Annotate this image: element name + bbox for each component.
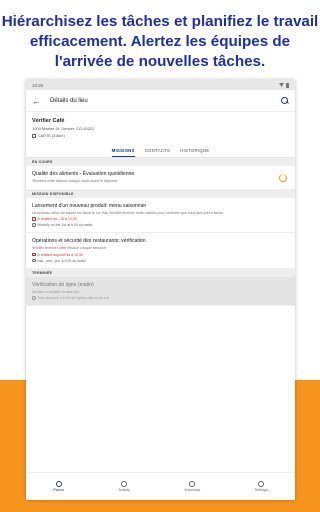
mission-repeat: Monthly on the 1st at 9:00 du matin [32, 223, 289, 227]
clock-icon [121, 480, 128, 487]
calendar-icon [32, 217, 36, 221]
promo-headline: Hiérarchisez les tâches et planifiez le … [1, 13, 319, 70]
mission-repeat: Tous les jours à 9:00 de l'après-midi ou… [32, 296, 289, 300]
nav-settings[interactable]: Settings [254, 480, 268, 493]
search-icon[interactable] [281, 96, 289, 105]
mission-title: Qualité des aliments - Évaluation quotid… [32, 171, 135, 177]
mission-repeat-text: mar., mer., jeu. à 9:00 du matin [37, 258, 86, 263]
place-header: Vérifier Café 1000 Market St, Denver, CO… [26, 112, 295, 142]
section-in-progress: EN COURS [26, 158, 295, 166]
mission-item[interactable]: Qualité des aliments - Évaluation quotid… [26, 166, 295, 190]
tablet-screen: 10:20 ← Détails du lieu Vérifier Café 10… [26, 80, 295, 500]
mission-due-date: À réaliser aujourd'hui à 10:30 [32, 253, 289, 257]
tab-bar: MISSIONS CONTACTS HISTORIQUE [26, 146, 295, 158]
mission-date-text: À réaliser au : 28 à 10:30 [37, 217, 77, 221]
nav-label: Annonces [184, 488, 201, 493]
mission-due-date: À réaliser au : 28 à 10:30 [32, 217, 289, 221]
location-pin-icon [55, 480, 62, 487]
mission-repeat-text: Tous les jours à 9:00 de l'après-midi ou… [37, 296, 110, 300]
repeat-icon [32, 296, 36, 300]
mission-title: Lancement d'un nouveau produit: menu sai… [32, 202, 147, 209]
nav-label: Activity [118, 488, 130, 493]
map-icon [32, 134, 36, 138]
place-name: Vérifier Café [32, 118, 65, 124]
repeat-icon [32, 258, 36, 263]
mission-title: Opérations et sécurité des restaurants: … [32, 238, 146, 244]
status-bar: 10:20 [26, 80, 295, 90]
tab-history[interactable]: HISTORIQUE [180, 146, 209, 157]
mission-desc: Veuillez terminer cette mission chaque s… [32, 246, 106, 250]
section-available: MISSION DISPONIBLE [26, 189, 295, 198]
mission-repeat: mar., mer., jeu. à 9:00 du matin [32, 259, 289, 263]
mission-desc: Veuillez compléter chaque jour [32, 289, 80, 294]
bottom-navigation: Places Activity Annonces Settings [26, 472, 295, 500]
app-bar: ← Détails du lieu [26, 90, 295, 112]
nav-places[interactable]: Places [53, 480, 65, 493]
map-link-label: CARTE (3,8km) [38, 134, 65, 138]
gear-icon [258, 480, 265, 487]
mission-item[interactable]: Opérations et sécurité des restaurants: … [26, 233, 295, 269]
mission-desc: Terminez cette mission chaque matin avan… [32, 179, 118, 183]
progress-spinner-icon [279, 174, 287, 182]
nav-activity[interactable]: Activity [118, 480, 130, 493]
tab-contacts[interactable]: CONTACTS [145, 146, 170, 157]
nav-label: Settings [254, 488, 268, 493]
mission-date-text: À réaliser aujourd'hui à 10:30 [37, 252, 83, 257]
status-time: 10:20 [32, 82, 44, 88]
page-title: Détails du lieu [50, 97, 88, 104]
globe-icon [189, 480, 196, 487]
nav-announcements[interactable]: Annonces [184, 480, 201, 493]
wifi-icon [279, 83, 284, 87]
tab-missions[interactable]: MISSIONS [111, 146, 135, 157]
mission-item[interactable]: Vérification de ligne (matin) Veuillez c… [26, 276, 295, 306]
battery-icon [286, 82, 289, 88]
mission-item[interactable]: Lancement d'un nouveau produit: menu sai… [26, 198, 295, 233]
status-icons [279, 82, 289, 88]
place-address: 1000 Market St, Denver, CO 80202 [32, 126, 95, 131]
calendar-icon [32, 252, 36, 257]
mission-desc: Le nouveau menu de saison est lancé le 1… [32, 210, 225, 215]
mission-title: Vérification de ligne (matin) [32, 281, 94, 288]
map-link[interactable]: CARTE (3,8km) [32, 134, 289, 138]
mission-repeat-text: Monthly on the 1st at 9:00 du matin [37, 223, 93, 227]
section-done: TERMINÉE [26, 268, 295, 277]
back-arrow-icon[interactable]: ← [32, 96, 46, 106]
nav-label: Places [53, 488, 65, 493]
repeat-icon [32, 223, 36, 227]
